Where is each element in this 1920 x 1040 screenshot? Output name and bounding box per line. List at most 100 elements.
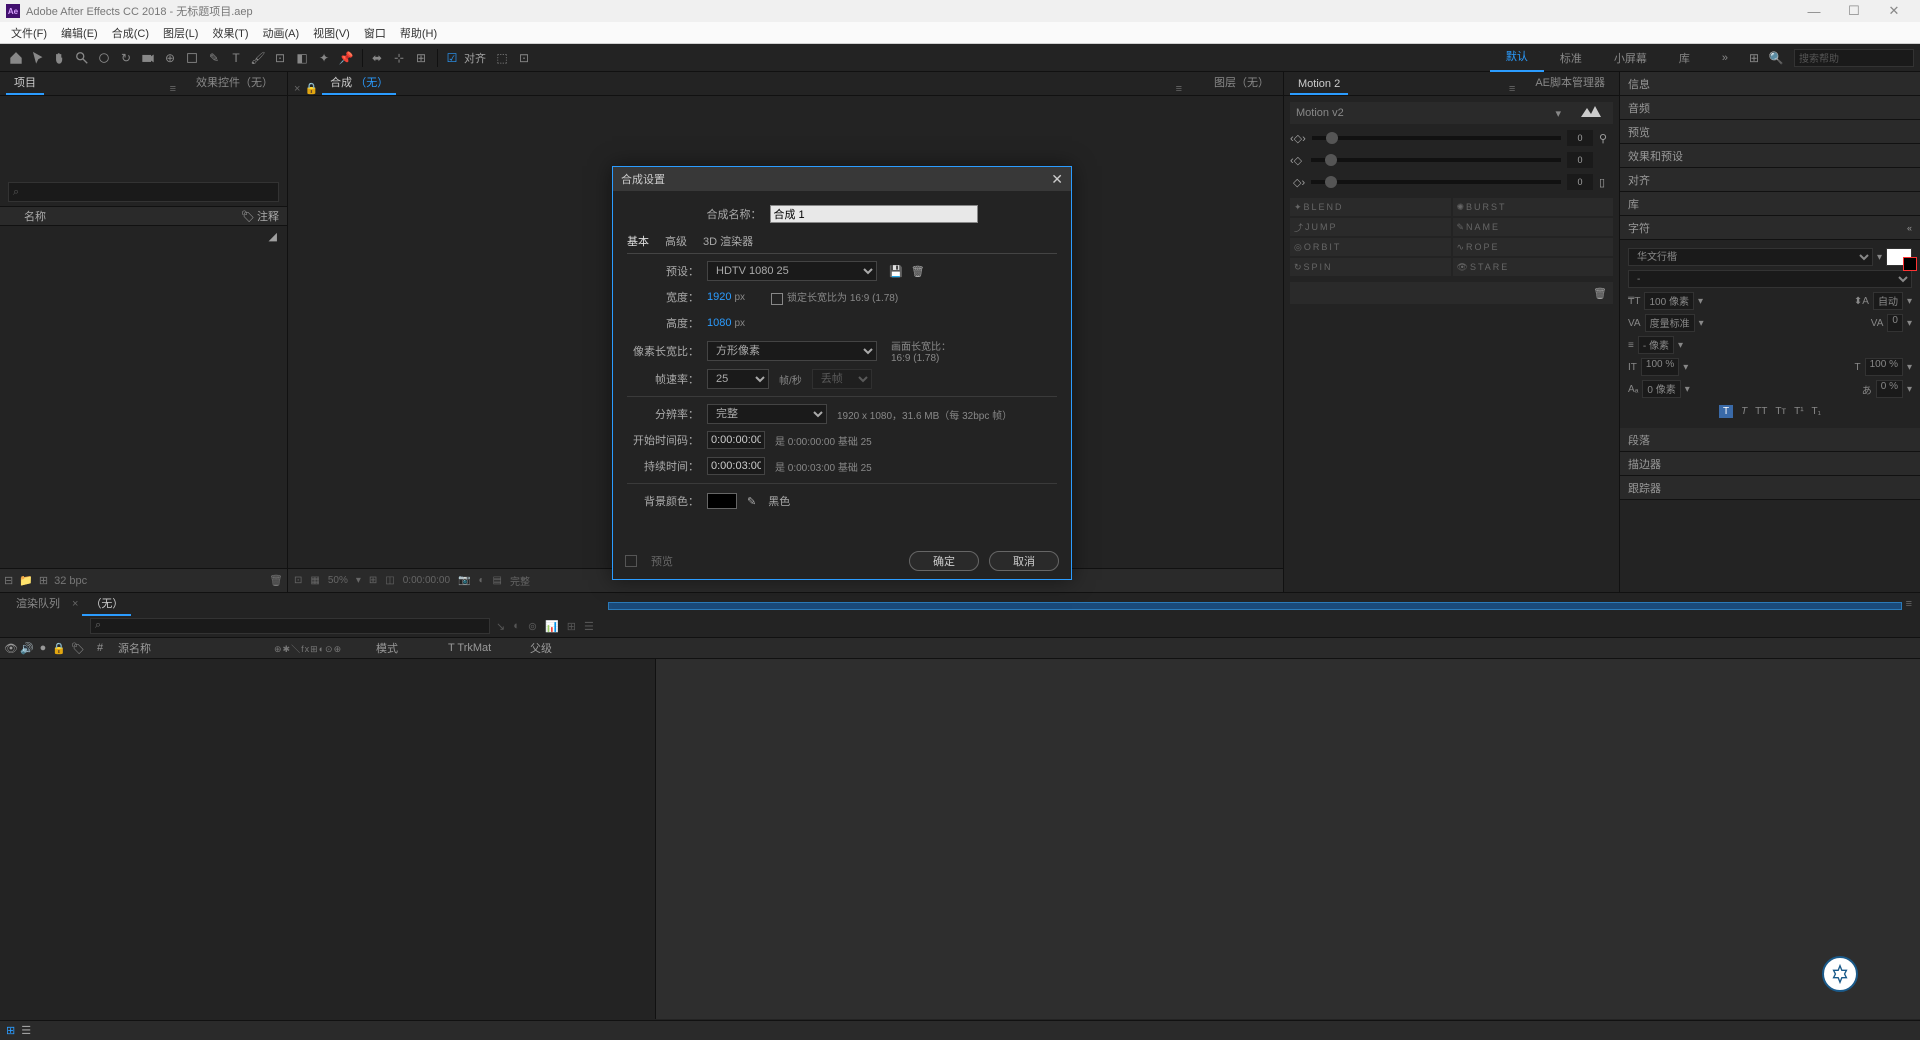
panel-menu-icon[interactable]: ≡ <box>170 83 176 95</box>
col-note[interactable]: 注释 <box>257 208 279 224</box>
project-flow-icon[interactable]: ◢ <box>269 230 277 243</box>
viewer-resolution[interactable]: 完整 <box>510 573 530 588</box>
jump-button[interactable]: ⤴ JUMP <box>1290 218 1451 236</box>
anchor-icon[interactable]: ⚲ <box>1599 132 1613 145</box>
workspace-library[interactable]: 库 <box>1663 50 1706 66</box>
font-style-select[interactable]: - <box>1628 270 1912 288</box>
slider-1[interactable] <box>1312 136 1561 140</box>
home-tool[interactable] <box>6 48 26 68</box>
workspace-reset-icon[interactable]: ⊞ <box>1744 48 1764 68</box>
viewer-zoom-icon[interactable]: ⊡ <box>294 575 302 586</box>
name-button[interactable]: ✎ NAME <box>1453 218 1614 236</box>
preset-save-icon[interactable]: 💾 <box>889 265 903 278</box>
blend-button[interactable]: ✦ BLEND <box>1290 198 1451 216</box>
shy-icon[interactable]: ↘ <box>496 620 505 633</box>
folder-icon[interactable]: 📁 <box>19 574 33 587</box>
type-tool[interactable]: T <box>226 48 246 68</box>
viewer-shutter-icon[interactable]: ◐ <box>478 575 484 586</box>
graph-icon[interactable]: 📊 <box>545 620 559 633</box>
null-icon[interactable]: ▯ <box>1599 176 1613 189</box>
menu-animation[interactable]: 动画(A) <box>256 25 307 41</box>
tab-timeline-none[interactable]: （无） <box>82 592 131 616</box>
timeline-menu-icon[interactable]: ≡ <box>1906 598 1912 610</box>
menu-layer[interactable]: 图层(L) <box>156 25 205 41</box>
tab-close-icon[interactable]: × <box>72 598 78 610</box>
fill-color[interactable] <box>1886 248 1912 266</box>
comp-name-input[interactable] <box>770 205 978 223</box>
eraser-tool[interactable]: ◧ <box>292 48 312 68</box>
viewer-channel-icon[interactable]: ⊞ <box>369 575 377 586</box>
panel-effects[interactable]: 效果和预设 <box>1620 144 1920 168</box>
shape-tool[interactable] <box>182 48 202 68</box>
tab-effect-controls[interactable]: 效果控件（无） <box>188 71 281 95</box>
comp-tab-menu-icon[interactable]: ≡ <box>1176 83 1182 95</box>
panel-stroke[interactable]: 描边器 <box>1620 452 1920 476</box>
panel-audio[interactable]: 音频 <box>1620 96 1920 120</box>
pen-tool[interactable]: ✎ <box>204 48 224 68</box>
camera-tool[interactable] <box>138 48 158 68</box>
panel-align[interactable]: 对齐 <box>1620 168 1920 192</box>
menu-edit[interactable]: 编辑(E) <box>54 25 105 41</box>
workspace-default[interactable]: 默认 <box>1490 44 1544 72</box>
dialog-tab-advanced[interactable]: 高级 <box>665 233 687 249</box>
panel-character[interactable]: 字符« <box>1620 216 1920 240</box>
project-search[interactable]: ⌕ <box>8 182 279 202</box>
new-comp-icon[interactable]: ⊞ <box>39 574 48 587</box>
dialog-tab-basic[interactable]: 基本 <box>627 233 649 249</box>
panel-info[interactable]: 信息 <box>1620 72 1920 96</box>
status-icon-1[interactable]: ⊞ <box>6 1024 15 1037</box>
ease-in-icon[interactable]: ‹◇ <box>1290 154 1305 167</box>
tab-composition[interactable]: 合成 （无） <box>322 71 396 95</box>
subscript-button[interactable]: T₁ <box>1812 406 1821 417</box>
interpret-icon[interactable]: ⊟ <box>4 574 13 587</box>
tab-script-manager[interactable]: AE脚本管理器 <box>1527 71 1613 95</box>
preview-checkbox[interactable] <box>625 555 637 567</box>
workspace-standard[interactable]: 标准 <box>1544 50 1598 66</box>
res-select[interactable]: 完整 <box>707 404 827 424</box>
lock-aspect-checkbox[interactable] <box>771 293 783 305</box>
snap-checkbox[interactable]: ☑ <box>442 48 462 68</box>
allcaps-button[interactable]: TT <box>1755 406 1767 417</box>
minimize-button[interactable]: — <box>1794 0 1834 22</box>
tab-motion2[interactable]: Motion 2 <box>1290 75 1348 95</box>
frame-blend-icon[interactable]: ◐ <box>513 620 520 633</box>
viewer-grid-icon[interactable]: ▦ <box>310 575 319 586</box>
viewer-zoom[interactable]: 50% <box>328 575 348 586</box>
kerning[interactable]: 度量标准 <box>1645 314 1695 332</box>
col-solo-icon[interactable]: ● <box>36 642 50 654</box>
start-tc-input[interactable] <box>707 431 765 449</box>
col-speaker-icon[interactable]: 🔊 <box>20 642 34 655</box>
bpc-button[interactable]: 32 bpc <box>54 575 87 587</box>
cancel-button[interactable]: 取消 <box>989 551 1059 571</box>
comp-tab-lock-icon[interactable]: 🔒 <box>304 82 318 95</box>
clone-tool[interactable]: ⊡ <box>270 48 290 68</box>
stare-button[interactable]: 👁 STARE <box>1453 258 1614 276</box>
slider-2[interactable] <box>1311 158 1561 162</box>
stroke-width[interactable]: - 像素 <box>1638 336 1674 354</box>
col-mode[interactable]: 模式 <box>376 640 446 656</box>
puppet-tool[interactable]: 📌 <box>336 48 356 68</box>
italic-button[interactable]: T <box>1741 406 1747 417</box>
bg-color-swatch[interactable] <box>707 493 737 509</box>
orbit-button[interactable]: ◎ ORBIT <box>1290 238 1451 256</box>
col-label-icon[interactable]: 🏷 <box>68 642 88 655</box>
dialog-tab-3drenderer[interactable]: 3D 渲染器 <box>703 233 753 249</box>
rope-button[interactable]: ∿ ROPE <box>1453 238 1614 256</box>
smallcaps-button[interactable]: Tᴛ <box>1775 406 1786 417</box>
burst-button[interactable]: ✺ BURST <box>1453 198 1614 216</box>
tab-render-queue[interactable]: 渲染队列 <box>8 592 68 616</box>
viewer-res-icon[interactable]: ▤ <box>493 575 502 586</box>
panel-tracker[interactable]: 跟踪器 <box>1620 476 1920 500</box>
ease-out-icon[interactable]: ◇› <box>1290 176 1305 189</box>
font-size[interactable]: 100 像素 <box>1644 292 1693 310</box>
hand-tool[interactable] <box>50 48 70 68</box>
comp-tab-close-icon[interactable]: × <box>294 83 300 95</box>
tsume[interactable]: 0 % <box>1876 380 1903 398</box>
eyedropper-icon[interactable]: ✎ <box>747 495 756 508</box>
menu-view[interactable]: 视图(V) <box>306 25 357 41</box>
rotate-tool[interactable]: ↻ <box>116 48 136 68</box>
slider-3[interactable] <box>1311 180 1561 184</box>
ok-button[interactable]: 确定 <box>909 551 979 571</box>
preset-trash-icon[interactable]: 🗑 <box>911 265 925 278</box>
panel-library[interactable]: 库 <box>1620 192 1920 216</box>
